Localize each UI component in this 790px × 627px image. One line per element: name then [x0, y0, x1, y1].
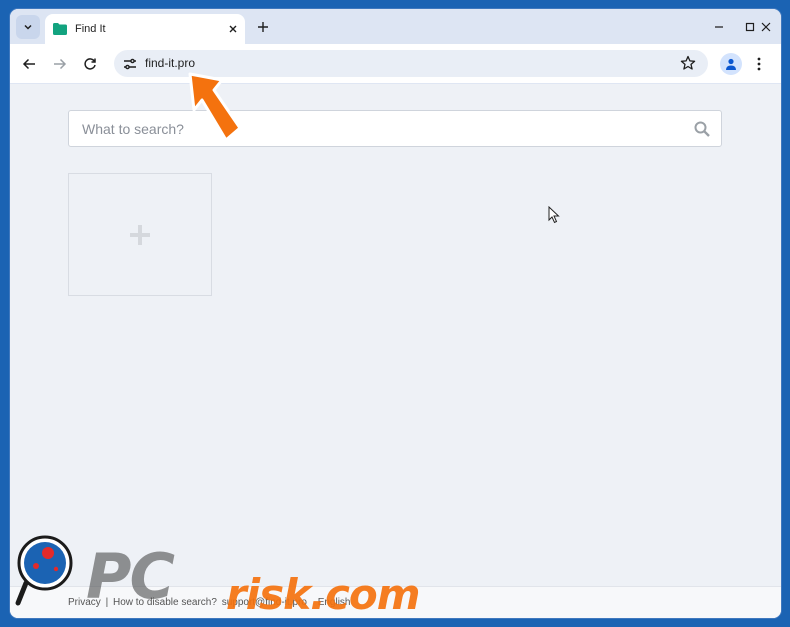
- search-box: [68, 110, 722, 147]
- back-button[interactable]: [18, 53, 40, 75]
- browser-window: Find It find-it.pro What to search? Priv…: [10, 9, 781, 618]
- search-icon[interactable]: [693, 120, 711, 138]
- tab-find-it[interactable]: Find It: [45, 14, 245, 44]
- profile-button[interactable]: [720, 53, 742, 75]
- back-icon: [22, 58, 35, 70]
- forward-icon: [54, 58, 67, 70]
- tab-title: Find It: [75, 23, 106, 35]
- address-url: find-it.pro: [145, 56, 196, 70]
- plus-icon: [258, 22, 268, 32]
- profile-icon: [726, 58, 736, 70]
- close-window-icon: [761, 22, 771, 32]
- minimize-icon: [715, 26, 723, 28]
- tune-icon: [124, 58, 136, 70]
- browser-toolbar: find-it.pro: [10, 44, 781, 83]
- reload-icon: [84, 58, 96, 70]
- menu-icon: [757, 57, 761, 71]
- browser-menu-button[interactable]: [752, 53, 766, 75]
- new-tab-button[interactable]: [253, 17, 273, 37]
- add-shortcut-tile[interactable]: [68, 173, 212, 296]
- minimize-button[interactable]: [704, 16, 734, 38]
- star-icon[interactable]: [680, 55, 696, 71]
- tab-search-button[interactable]: [16, 15, 40, 39]
- forward-button[interactable]: [49, 53, 71, 75]
- chevron-down-icon: [24, 24, 32, 30]
- tab-strip: Find It: [10, 9, 781, 44]
- watermark-risk: risk.com: [226, 570, 421, 619]
- add-icon: [130, 225, 150, 245]
- close-window-button[interactable]: [751, 16, 781, 38]
- pointing-arrow-icon: [188, 72, 242, 142]
- folder-icon: [53, 23, 67, 35]
- reload-button[interactable]: [79, 53, 101, 75]
- watermark-pc: PC: [86, 540, 175, 613]
- close-icon: [229, 25, 237, 33]
- search-input[interactable]: [69, 111, 679, 146]
- mouse-cursor-icon: [548, 206, 560, 224]
- tab-close-button[interactable]: [225, 21, 241, 37]
